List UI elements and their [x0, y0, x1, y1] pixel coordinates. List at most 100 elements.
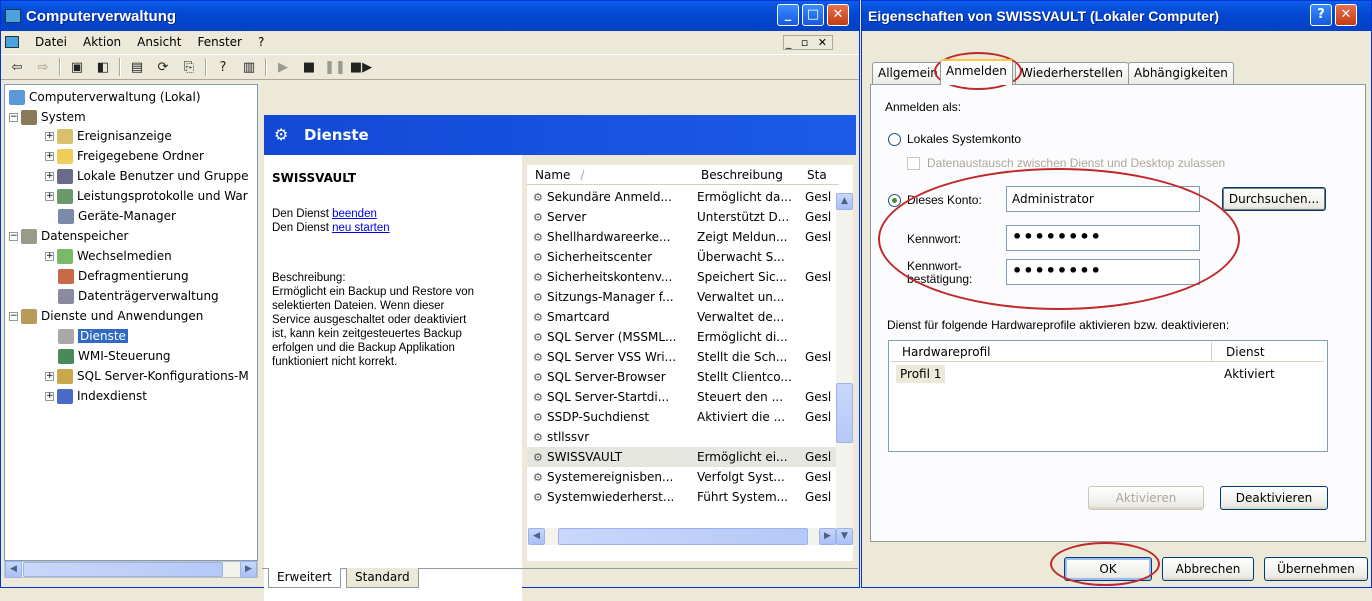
- allow-desktop-checkbox[interactable]: [907, 157, 920, 170]
- tree-item[interactable]: + Wechselmedien: [45, 246, 172, 266]
- service-row[interactable]: ⚙ stllssvr: [527, 427, 845, 447]
- expand-icon[interactable]: +: [45, 151, 54, 161]
- service-row[interactable]: ⚙ Shellhardwareerke... Zeigt Meldun... Gesl: [527, 227, 845, 247]
- scroll-right-icon[interactable]: ▶: [240, 561, 257, 578]
- tab-standard[interactable]: Standard: [346, 568, 419, 588]
- disable-button[interactable]: Deaktivieren: [1220, 486, 1328, 510]
- menu-aktion[interactable]: Aktion: [83, 35, 121, 49]
- confirm-password-input[interactable]: ••••••••: [1006, 259, 1200, 285]
- scroll-thumb[interactable]: [836, 383, 853, 443]
- service-row[interactable]: ⚙ SWISSVAULT Ermöglicht ei... Gesl: [527, 447, 845, 467]
- menu-fenster[interactable]: Fenster: [197, 35, 242, 49]
- column-header-service[interactable]: Dienst: [1212, 342, 1324, 362]
- enable-button[interactable]: Aktivieren: [1088, 486, 1204, 510]
- tab-erweitert[interactable]: Erweitert: [268, 568, 341, 588]
- expand-icon[interactable]: +: [45, 171, 54, 181]
- back-arrow-icon[interactable]: ⇦: [7, 58, 27, 76]
- list-vertical-scrollbar[interactable]: ▲ ▼: [836, 193, 853, 545]
- scroll-left-icon[interactable]: ◀: [528, 528, 545, 545]
- collapse-icon[interactable]: −: [9, 231, 18, 241]
- list-horizontal-scrollbar[interactable]: ◀ ▶: [528, 528, 836, 545]
- service-row[interactable]: ⚙ SQL Server VSS Wri... Stellt die Sch... G…: [527, 347, 845, 367]
- mmc-menu-icon[interactable]: [5, 36, 19, 48]
- service-row[interactable]: ⚙ SSDP-Suchdienst Aktiviert die ... Gesl: [527, 407, 845, 427]
- scroll-down-icon[interactable]: ▼: [836, 528, 853, 545]
- scroll-thumb[interactable]: [23, 562, 223, 577]
- export-list-icon[interactable]: ⎘: [179, 58, 199, 76]
- service-row[interactable]: ⚙ Systemereignisben... Verfolgt Syst... Ges…: [527, 467, 845, 487]
- up-folder-icon[interactable]: ▣: [67, 58, 87, 76]
- stop-service-icon[interactable]: ■: [299, 58, 319, 76]
- service-row[interactable]: ⚙ Sicherheitscenter Überwacht S...: [527, 247, 845, 267]
- start-service-icon[interactable]: ▶: [273, 58, 293, 76]
- restart-service-link[interactable]: neu starten: [332, 222, 390, 234]
- menu-help[interactable]: ?: [258, 35, 264, 49]
- tree-item[interactable]: Geräte-Manager: [58, 206, 176, 226]
- tree-item[interactable]: − Dienste und Anwendungen: [9, 306, 203, 326]
- menu-ansicht[interactable]: Ansicht: [137, 35, 181, 49]
- mmc-titlebar[interactable]: Computerverwaltung: [1, 1, 859, 31]
- tree-item-dienste[interactable]: Dienste: [58, 326, 128, 346]
- scroll-left-icon[interactable]: ◀: [5, 561, 22, 578]
- service-row[interactable]: ⚙ Sitzungs-Manager f... Verwaltet un...: [527, 287, 845, 307]
- cancel-button[interactable]: Abbrechen: [1162, 557, 1254, 581]
- local-system-radio[interactable]: [888, 133, 901, 146]
- expand-icon[interactable]: +: [45, 391, 54, 401]
- tree-item[interactable]: Defragmentierung: [58, 266, 189, 286]
- tab-abhaengigkeiten[interactable]: Abhängigkeiten: [1128, 62, 1234, 84]
- this-account-radio[interactable]: [888, 194, 901, 207]
- restart-service-icon[interactable]: ■▶: [350, 58, 372, 76]
- service-row[interactable]: ⚙ Systemwiederherst... Führt System... Gesl: [527, 487, 845, 507]
- tree-item[interactable]: + Leistungsprotokolle und War: [45, 186, 248, 206]
- properties-icon[interactable]: ▤: [127, 58, 147, 76]
- tree-item[interactable]: + Ereignisanzeige: [45, 126, 172, 146]
- service-row[interactable]: ⚙ SQL Server (MSSML... Ermöglicht di...: [527, 327, 845, 347]
- hardware-profile-row[interactable]: Profil 1 Aktiviert: [890, 365, 1326, 383]
- service-row[interactable]: ⚙ Smartcard Verwaltet de...: [527, 307, 845, 327]
- account-input[interactable]: Administrator: [1006, 186, 1200, 212]
- dialog-titlebar[interactable]: Eigenschaften von SWISSVAULT (Lokaler Co…: [862, 1, 1371, 31]
- tree-item[interactable]: + Indexdienst: [45, 386, 147, 406]
- tree-item[interactable]: + Lokale Benutzer und Gruppe: [45, 166, 249, 186]
- refresh-icon[interactable]: ⟳: [153, 58, 173, 76]
- dialog-close-button[interactable]: ✕: [1335, 4, 1357, 26]
- service-row[interactable]: ⚙ SQL Server-Browser Stellt Clientco...: [527, 367, 845, 387]
- tree-item[interactable]: + SQL Server-Konfigurations-M: [45, 366, 249, 386]
- tree-item[interactable]: + Freigegebene Ordner: [45, 146, 204, 166]
- tree-item[interactable]: WMI-Steuerung: [58, 346, 171, 366]
- console-icon[interactable]: ▥: [239, 58, 259, 76]
- browse-button[interactable]: Durchsuchen...: [1222, 187, 1326, 211]
- column-header-description[interactable]: Beschreibung: [693, 165, 799, 185]
- menu-datei[interactable]: Datei: [35, 35, 67, 49]
- show-tree-icon[interactable]: ◧: [93, 58, 113, 76]
- tree-item[interactable]: Datenträgerverwaltung: [58, 286, 219, 306]
- stop-service-link[interactable]: beenden: [332, 208, 377, 220]
- close-button[interactable]: ✕: [827, 4, 849, 26]
- scroll-thumb[interactable]: [558, 528, 808, 545]
- tree-item[interactable]: − System: [9, 107, 86, 127]
- expand-icon[interactable]: +: [45, 131, 54, 141]
- mdi-window-buttons[interactable]: _ ▫ ✕: [782, 34, 833, 50]
- help-button[interactable]: ?: [1310, 4, 1332, 26]
- collapse-icon[interactable]: −: [9, 311, 18, 321]
- service-row[interactable]: ⚙ Sekundäre Anmeld... Ermöglicht da... Gesl: [527, 187, 845, 207]
- collapse-icon[interactable]: −: [9, 112, 18, 122]
- expand-icon[interactable]: +: [45, 251, 54, 261]
- column-header-status[interactable]: Sta: [799, 165, 839, 185]
- column-header-hardware-profile[interactable]: Hardwareprofil: [890, 342, 1212, 362]
- help-icon[interactable]: ?: [213, 58, 233, 76]
- forward-arrow-icon[interactable]: ⇨: [33, 58, 53, 76]
- apply-button[interactable]: Übernehmen: [1264, 557, 1368, 581]
- expand-icon[interactable]: +: [45, 371, 54, 381]
- service-row[interactable]: ⚙ SQL Server-Startdi... Steuert den ... Ges…: [527, 387, 845, 407]
- service-row[interactable]: ⚙ Server Unterstützt D... Gesl: [527, 207, 845, 227]
- ok-button[interactable]: OK: [1064, 557, 1152, 581]
- maximize-button[interactable]: □: [802, 4, 824, 26]
- scroll-up-icon[interactable]: ▲: [836, 193, 853, 210]
- tab-allgemein[interactable]: Allgemein: [872, 62, 944, 84]
- scroll-right-icon[interactable]: ▶: [819, 528, 836, 545]
- column-header-name[interactable]: Name /: [527, 165, 693, 185]
- tab-wiederherstellen[interactable]: Wiederherstellen: [1015, 62, 1129, 84]
- pause-service-icon[interactable]: ❚❚: [324, 58, 346, 76]
- service-row[interactable]: ⚙ Sicherheitskontenv... Speichert Sic... Ge…: [527, 267, 845, 287]
